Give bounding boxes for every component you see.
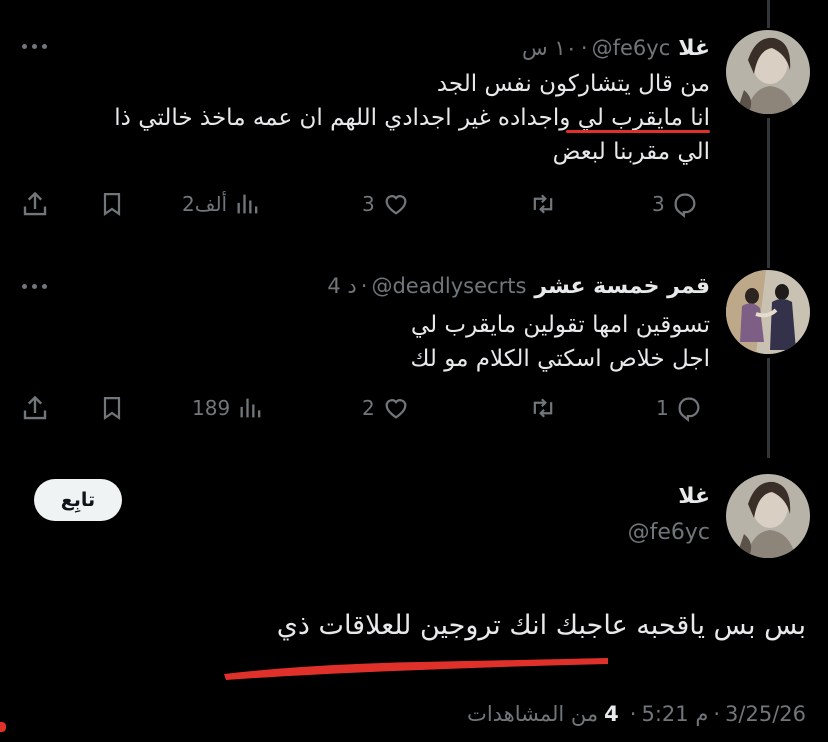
separator: · — [580, 36, 588, 60]
tweet-text: تسوقين امها تقولين مايقرب لي اجل خلاص اس… — [411, 308, 710, 376]
reply-header: قمر خمسة عشر @deadlysecrts · 4 د — [327, 274, 710, 299]
reply-button[interactable]: 3 — [652, 184, 699, 224]
views-count: 2ألف — [182, 192, 228, 216]
retweet-icon — [533, 398, 553, 418]
share-button[interactable] — [20, 184, 50, 224]
more-icon[interactable] — [22, 44, 47, 49]
views-count: 189 — [192, 396, 231, 420]
share-icon — [23, 395, 47, 420]
separator: · — [713, 702, 721, 726]
bookmark-icon — [103, 192, 121, 217]
retweet-button[interactable] — [528, 388, 558, 428]
tweet-text: من قال يتشاركون نفس الجد انا مايقرب لي و… — [114, 67, 710, 169]
views-count: 4 — [604, 702, 619, 726]
separator: · — [629, 702, 637, 726]
tweet-line: تسوقين امها تقولين مايقرب لي — [410, 312, 710, 338]
action-bar: 1 2 189 — [0, 388, 828, 428]
like-count: 3 — [362, 192, 375, 216]
like-count: 2 — [362, 396, 375, 420]
views-label[interactable]: من المشاهدات — [467, 702, 598, 726]
tweet-line: من قال يتشاركون نفس الجد — [436, 71, 710, 97]
tweet-date: 3/25/26 — [725, 702, 806, 726]
tweet-line: الي مقربنا لبعض — [552, 139, 710, 165]
like-icon — [385, 399, 407, 419]
like-button[interactable]: 2 — [362, 388, 411, 428]
red-annotation-mark — [0, 722, 6, 732]
separator: · — [360, 274, 368, 298]
views-button[interactable]: 189 — [192, 388, 266, 428]
tweet-meta: 3/25/26 · 5:21 م · 4 من المشاهدات — [467, 702, 806, 726]
tweet-time: 5:21 م — [641, 702, 709, 726]
handle[interactable]: @deadlysecrts — [371, 274, 526, 298]
timestamp[interactable]: 4 د — [327, 274, 356, 298]
red-underline-annotation — [566, 130, 710, 133]
display-name[interactable]: غلا — [678, 484, 710, 509]
handle[interactable]: @fe6yc — [592, 36, 671, 60]
share-button[interactable] — [20, 388, 50, 428]
timestamp[interactable]: ١٠ س — [522, 36, 577, 60]
follow-button[interactable]: تابِع — [34, 479, 122, 521]
bookmark-button[interactable] — [98, 388, 126, 428]
reply-header: غلا @fe6yc · ١٠ س — [522, 36, 710, 61]
thread-line-top — [767, 0, 770, 28]
reply-icon — [678, 397, 700, 422]
red-underline-annotation — [224, 658, 608, 680]
retweet-icon — [533, 194, 553, 214]
bookmark-button[interactable] — [98, 184, 126, 224]
avatar[interactable] — [726, 474, 810, 558]
reply-count: 1 — [656, 396, 669, 420]
views-icon — [237, 194, 258, 214]
views-button[interactable]: 2ألف — [182, 184, 263, 224]
views-icon — [240, 398, 261, 418]
bookmark-icon — [103, 396, 121, 421]
reply-button[interactable]: 1 — [656, 388, 703, 428]
avatar[interactable] — [726, 30, 810, 114]
share-icon — [23, 191, 47, 216]
display-name[interactable]: قمر خمسة عشر — [534, 274, 710, 299]
avatar[interactable] — [726, 270, 810, 354]
display-name[interactable]: غلا — [678, 36, 710, 61]
tweet-line: اجل خلاص اسكتي الكلام مو لك — [410, 346, 710, 372]
handle[interactable]: @fe6yc — [628, 520, 710, 545]
action-bar: 3 3 2ألف — [0, 184, 828, 224]
reply-count: 3 — [652, 192, 665, 216]
like-icon — [385, 195, 407, 215]
reply-icon — [674, 193, 696, 218]
main-tweet-text: بس بس ياقحبه عاجبك انك تروجين للعلاقات ذ… — [276, 610, 806, 641]
like-button[interactable]: 3 — [362, 184, 411, 224]
retweet-button[interactable] — [528, 184, 558, 224]
more-icon[interactable] — [22, 284, 47, 289]
